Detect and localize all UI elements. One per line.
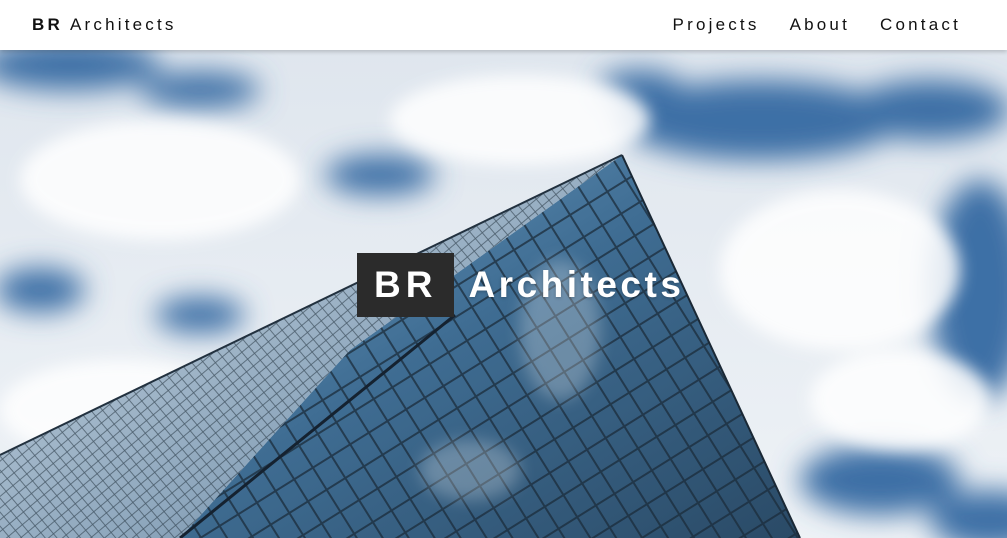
- hero-title-name: Architects: [468, 264, 685, 305]
- nav-link-contact[interactable]: Contact: [880, 15, 961, 35]
- hero-title-initials: BR: [357, 253, 455, 317]
- nav-link-projects[interactable]: Projects: [673, 15, 760, 35]
- brand-logo-link[interactable]: BR Architects: [32, 15, 177, 35]
- hero-section: BR Architects: [0, 50, 1007, 538]
- hero-title: BR Architects: [357, 253, 684, 317]
- nav-link-about[interactable]: About: [790, 15, 850, 35]
- brand-name: Architects: [69, 15, 177, 34]
- top-navbar: BR Architects Projects About Contact: [0, 0, 1007, 50]
- main-nav: Projects About Contact: [673, 15, 961, 35]
- brand-initials: BR: [32, 15, 63, 34]
